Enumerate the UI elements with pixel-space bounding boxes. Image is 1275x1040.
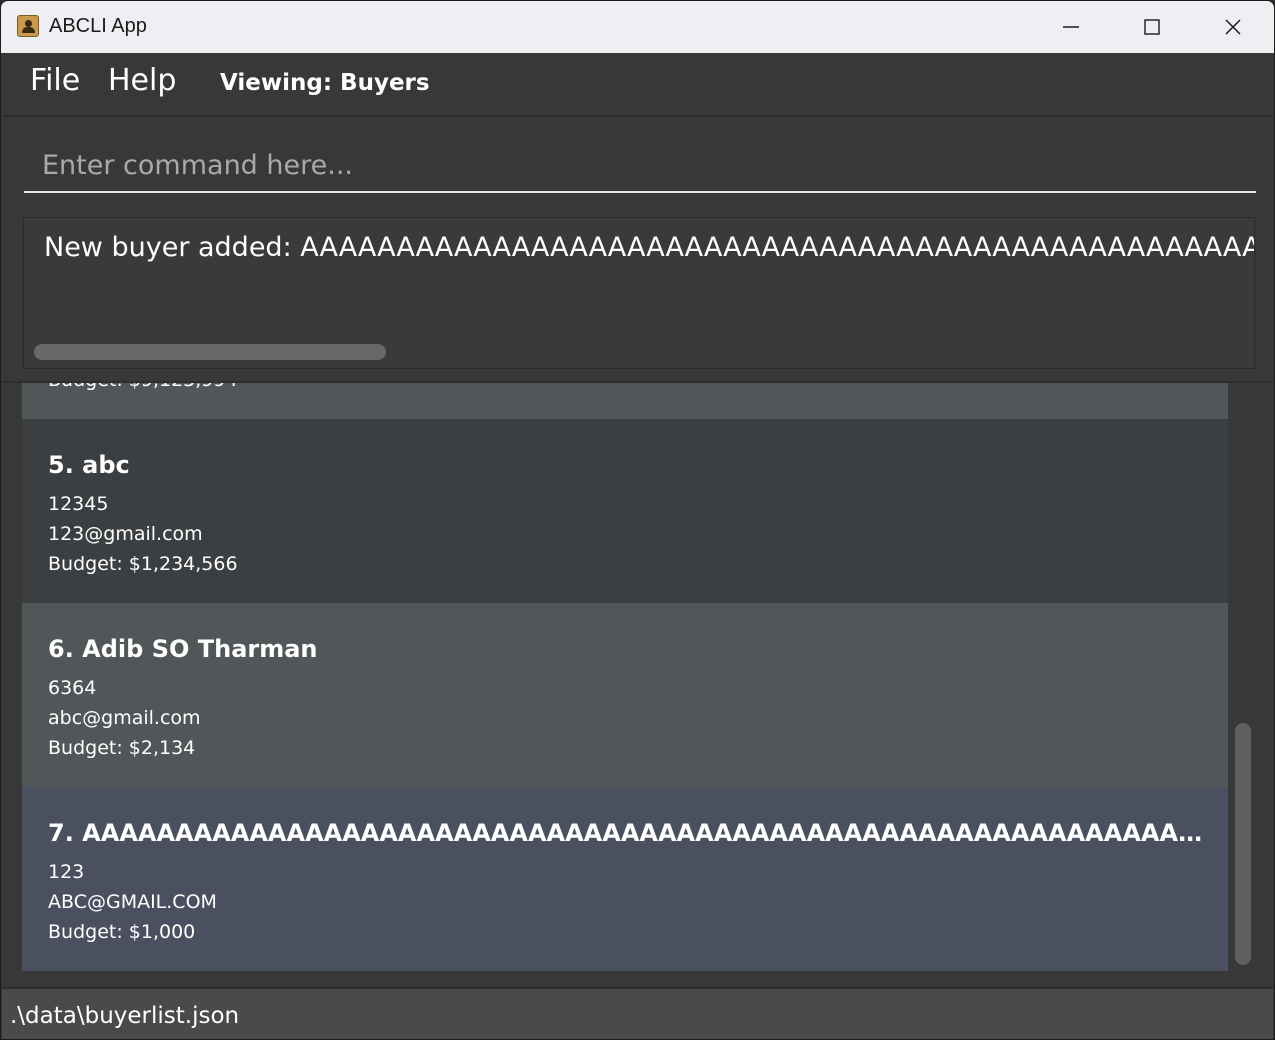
maximize-icon — [1144, 19, 1160, 35]
result-horizontal-scrollbar[interactable] — [34, 344, 386, 360]
status-bar: .\data\buyerlist.json — [2, 987, 1273, 1039]
result-display-pane: New buyer added: AAAAAAAAAAAAAAAAAAAAAAA… — [2, 205, 1273, 383]
menu-help[interactable]: Help — [108, 63, 176, 98]
minimize-button[interactable] — [1041, 1, 1101, 53]
buyer-card[interactable]: 5. abc 12345 123@gmail.com Budget: $1,23… — [22, 419, 1228, 603]
command-box — [2, 117, 1273, 205]
buyer-list: Budget: $9,123,994 5. abc 12345 123@gmai… — [2, 383, 1273, 987]
close-icon — [1225, 19, 1241, 35]
buyer-phone: 6364 — [48, 677, 97, 699]
contact-book-icon — [17, 15, 39, 37]
buyer-budget: Budget: $9,123,994 — [48, 383, 238, 391]
buyer-budget: Budget: $1,000 — [48, 921, 196, 943]
buyer-name: 7. AAAAAAAAAAAAAAAAAAAAAAAAAAAAAAAAAAAAA… — [48, 819, 1210, 847]
menu-bar: File Help Viewing: Buyers — [2, 53, 1273, 117]
title-bar[interactable]: ABCLI App — [1, 1, 1274, 53]
buyer-name: 6. Adib SO Tharman — [48, 635, 318, 663]
result-display[interactable]: New buyer added: AAAAAAAAAAAAAAAAAAAAAAA… — [23, 217, 1255, 369]
menu-file[interactable]: File — [30, 63, 80, 98]
buyer-email: abc@gmail.com — [48, 707, 201, 729]
maximize-button[interactable] — [1122, 1, 1182, 53]
buyer-card-selected[interactable]: 7. AAAAAAAAAAAAAAAAAAAAAAAAAAAAAAAAAAAAA… — [22, 787, 1228, 971]
buyer-email: 123@gmail.com — [48, 523, 203, 545]
viewing-label: Viewing: Buyers — [220, 70, 430, 96]
buyer-email: ABC@GMAIL.COM — [48, 891, 217, 913]
list-vertical-scrollbar[interactable] — [1235, 723, 1251, 965]
buyer-name: 5. abc — [48, 451, 130, 479]
result-text: New buyer added: AAAAAAAAAAAAAAAAAAAAAAA… — [44, 232, 1255, 263]
buyer-budget: Budget: $1,234,566 — [48, 553, 238, 575]
buyer-card[interactable]: 6. Adib SO Tharman 6364 abc@gmail.com Bu… — [22, 603, 1228, 787]
status-file-path: .\data\buyerlist.json — [10, 1003, 240, 1029]
buyer-budget: Budget: $2,134 — [48, 737, 196, 759]
app-window: ABCLI App File Help Viewing: Buyers New … — [0, 0, 1275, 1040]
buyer-phone: 12345 — [48, 493, 109, 515]
command-input[interactable] — [24, 139, 1256, 193]
close-button[interactable] — [1203, 1, 1263, 53]
window-title: ABCLI App — [49, 15, 147, 37]
buyer-card[interactable]: Budget: $9,123,994 — [22, 383, 1228, 419]
minimize-icon — [1063, 26, 1079, 28]
buyer-phone: 123 — [48, 861, 85, 883]
